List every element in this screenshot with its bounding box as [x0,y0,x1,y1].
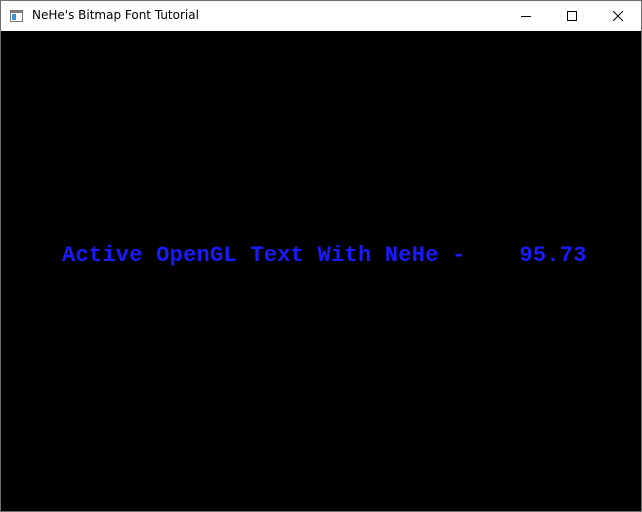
window-title: NeHe's Bitmap Font Tutorial [32,8,199,22]
minimize-icon [521,16,531,17]
window-app-icon[interactable] [10,10,23,22]
maximize-icon [567,11,577,21]
app-icon-pane [12,14,16,20]
opengl-canvas[interactable]: Active OpenGL Text With NeHe - 95.73 [1,31,641,511]
maximize-button[interactable] [549,1,595,31]
opengl-text-line: Active OpenGL Text With NeHe - 95.73 [62,243,587,268]
close-button[interactable] [595,1,641,31]
close-icon [613,11,623,21]
title-bar[interactable]: NeHe's Bitmap Font Tutorial [1,1,641,31]
minimize-button[interactable] [503,1,549,31]
app-icon-bar [11,11,22,13]
opengl-text-label: Active OpenGL Text With NeHe - [62,243,480,268]
app-window: NeHe's Bitmap Font Tutorial Active OpenG… [0,0,642,512]
opengl-text-value: 95.73 [479,243,587,268]
